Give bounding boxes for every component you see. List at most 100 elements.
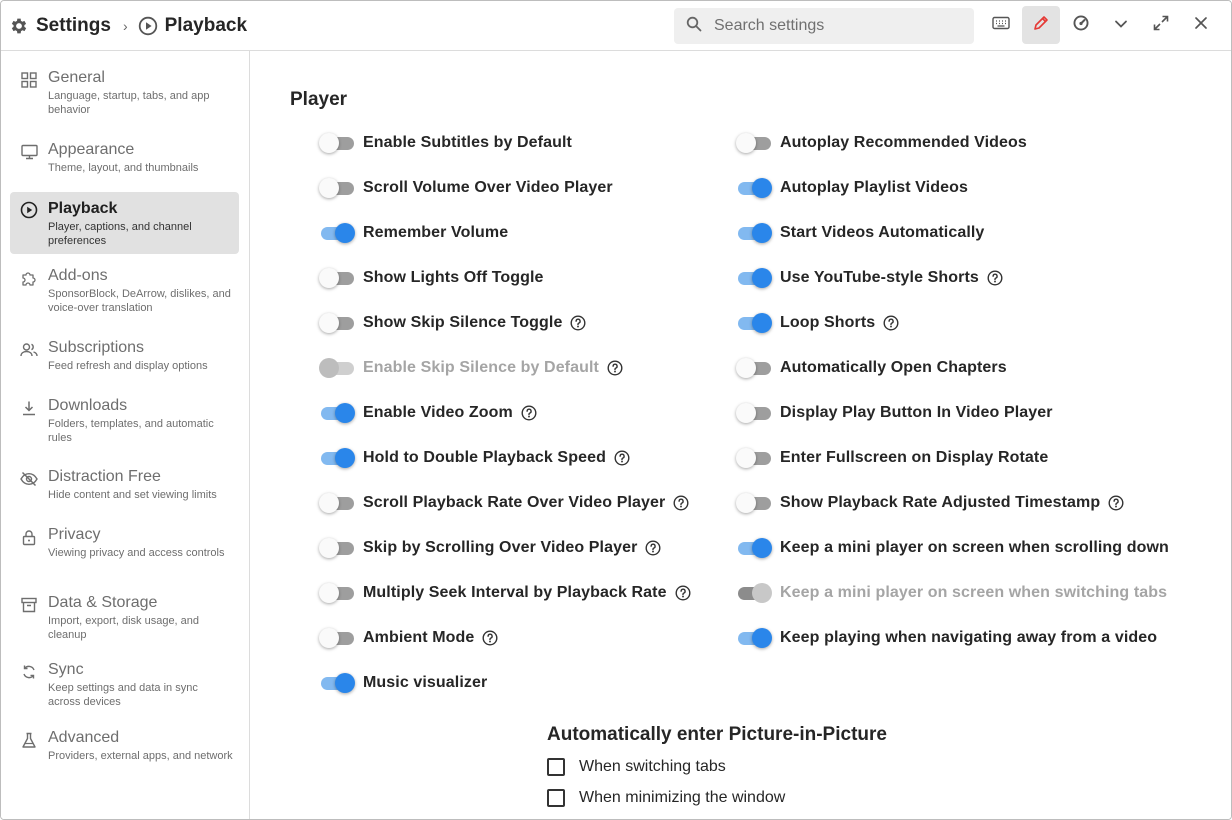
play-circle-icon: [138, 16, 158, 36]
help-icon[interactable]: [673, 495, 689, 511]
keyboard-shortcuts-button[interactable]: [982, 6, 1020, 44]
setting-enable-video-zoom: Enable Video Zoom: [319, 401, 537, 425]
help-icon[interactable]: [645, 540, 661, 556]
setting-hold-to-double-playback-speed: Hold to Double Playback Speed: [319, 446, 630, 470]
toggle-switch[interactable]: [319, 401, 355, 425]
help-icon[interactable]: [614, 450, 630, 466]
toggle-switch[interactable]: [319, 671, 355, 695]
toggle-switch[interactable]: [736, 131, 772, 155]
toggle-switch[interactable]: [319, 536, 355, 560]
settings-content: Player Enable Subtitles by Default Scroll…: [251, 52, 1231, 819]
setting-label: Music visualizer: [363, 674, 488, 691]
toggle-switch[interactable]: [319, 131, 355, 155]
sidebar-item-privacy[interactable]: Privacy Viewing privacy and access contr…: [10, 522, 239, 578]
setting-enable-subtitles-by-default: Enable Subtitles by Default: [319, 131, 572, 155]
sidebar-item-distraction-free[interactable]: Distraction Free Hide content and set vi…: [10, 464, 239, 506]
sidebar-item-title: Subscriptions: [48, 339, 145, 356]
sidebar-item-appearance[interactable]: Appearance Theme, layout, and thumbnails: [10, 137, 239, 179]
toggle-switch[interactable]: [736, 176, 772, 200]
sidebar-item-desc: SponsorBlock, DeArrow, dislikes, and voi…: [48, 288, 231, 314]
chevron-down-icon: [1114, 16, 1128, 34]
help-icon[interactable]: [1108, 495, 1124, 511]
help-icon[interactable]: [607, 360, 623, 376]
setting-label: Show Lights Off Toggle: [363, 269, 544, 286]
close-button[interactable]: [1182, 6, 1220, 44]
setting-label: Autoplay Playlist Videos: [780, 179, 968, 196]
header-bar: Settings › Playback Search settings: [1, 1, 1231, 51]
breadcrumb-settings[interactable]: Settings: [36, 15, 111, 37]
setting-label: Use YouTube-style Shorts: [780, 269, 979, 286]
toggle-switch[interactable]: [736, 401, 772, 425]
sidebar-item-advanced[interactable]: Advanced Providers, external apps, and n…: [10, 725, 239, 781]
setting-label: Show Playback Rate Adjusted Timestamp: [780, 494, 1101, 511]
dropdown-button[interactable]: [1102, 6, 1140, 44]
edit-style-button[interactable]: [1022, 6, 1060, 44]
pip-minimizing-window-checkbox[interactable]: When minimizing the window: [547, 787, 785, 809]
search-input[interactable]: Search settings: [674, 8, 974, 44]
setting-label: Enable Subtitles by Default: [363, 134, 572, 151]
sidebar-item-general[interactable]: General Language, startup, tabs, and app…: [10, 65, 239, 121]
sidebar-item-add-ons[interactable]: Add-ons SponsorBlock, DeArrow, dislikes,…: [10, 263, 239, 319]
sidebar-item-data-storage[interactable]: Data & Storage Import, export, disk usag…: [10, 590, 239, 646]
setting-keep-a-mini-player-on-screen-when-switching-tabs: Keep a mini player on screen when switch…: [736, 581, 1167, 605]
toggle-switch[interactable]: [736, 446, 772, 470]
pencil-icon: [1032, 14, 1050, 37]
toggle-switch[interactable]: [319, 176, 355, 200]
setting-label: Multiply Seek Interval by Playback Rate: [363, 584, 667, 601]
toggle-switch[interactable]: [736, 356, 772, 380]
setting-autoplay-recommended-videos: Autoplay Recommended Videos: [736, 131, 1027, 155]
help-icon[interactable]: [570, 315, 586, 331]
setting-label: Keep playing when navigating away from a…: [780, 629, 1158, 646]
section-title: Player: [290, 89, 348, 110]
setting-enable-skip-silence-by-default: Enable Skip Silence by Default: [319, 356, 623, 380]
checkbox-box[interactable]: [547, 789, 565, 807]
sidebar-item-title: General: [48, 69, 105, 86]
toggle-switch[interactable]: [319, 491, 355, 515]
setting-show-skip-silence-toggle: Show Skip Silence Toggle: [319, 311, 586, 335]
pip-switching-tabs-checkbox[interactable]: When switching tabs: [547, 756, 726, 778]
sidebar-item-downloads[interactable]: Downloads Folders, templates, and automa…: [10, 393, 239, 449]
archive-icon: [20, 596, 38, 614]
toggle-switch[interactable]: [736, 311, 772, 335]
help-icon[interactable]: [521, 405, 537, 421]
setting-start-videos-automatically: Start Videos Automatically: [736, 221, 984, 245]
sidebar-item-title: Privacy: [48, 526, 101, 543]
toggle-switch[interactable]: [319, 446, 355, 470]
setting-label: Enable Skip Silence by Default: [363, 359, 599, 376]
checkbox-box[interactable]: [547, 758, 565, 776]
help-icon[interactable]: [482, 630, 498, 646]
toggle-switch[interactable]: [319, 266, 355, 290]
sidebar-item-sync[interactable]: Sync Keep settings and data in sync acro…: [10, 657, 239, 713]
setting-loop-shorts: Loop Shorts: [736, 311, 899, 335]
setting-skip-by-scrolling-over-video-player: Skip by Scrolling Over Video Player: [319, 536, 661, 560]
speed-button[interactable]: [1062, 6, 1100, 44]
help-icon[interactable]: [987, 270, 1003, 286]
toggle-switch[interactable]: [319, 626, 355, 650]
expand-button[interactable]: [1142, 6, 1180, 44]
flask-icon: [20, 731, 38, 749]
sidebar-item-desc: Viewing privacy and access controls: [48, 547, 225, 559]
checkbox-label: When switching tabs: [579, 758, 726, 775]
sidebar-item-desc: Providers, external apps, and network: [48, 750, 233, 762]
setting-label: Display Play Button In Video Player: [780, 404, 1053, 421]
gear-icon: [9, 16, 29, 36]
sidebar-item-desc: Hide content and set viewing limits: [48, 489, 217, 501]
toggle-switch[interactable]: [736, 536, 772, 560]
setting-show-playback-rate-adjusted-timestamp: Show Playback Rate Adjusted Timestamp: [736, 491, 1124, 515]
settings-window: Settings › Playback Search settings Gene…: [0, 0, 1232, 820]
toggle-switch[interactable]: [319, 221, 355, 245]
toggle-switch[interactable]: [736, 491, 772, 515]
setting-show-lights-off-toggle: Show Lights Off Toggle: [319, 266, 544, 290]
setting-multiply-seek-interval-by-playback-rate: Multiply Seek Interval by Playback Rate: [319, 581, 691, 605]
gauge-icon: [1072, 14, 1090, 37]
toggle-switch[interactable]: [319, 581, 355, 605]
sidebar-item-subscriptions[interactable]: Subscriptions Feed refresh and display o…: [10, 335, 239, 377]
help-icon[interactable]: [883, 315, 899, 331]
help-icon[interactable]: [675, 585, 691, 601]
toggle-switch[interactable]: [736, 266, 772, 290]
toggle-switch[interactable]: [736, 626, 772, 650]
toggle-switch[interactable]: [319, 311, 355, 335]
setting-label: Keep a mini player on screen when switch…: [780, 584, 1168, 601]
toggle-switch[interactable]: [736, 221, 772, 245]
sidebar-item-playback[interactable]: Playback Player, captions, and channel p…: [10, 192, 239, 254]
